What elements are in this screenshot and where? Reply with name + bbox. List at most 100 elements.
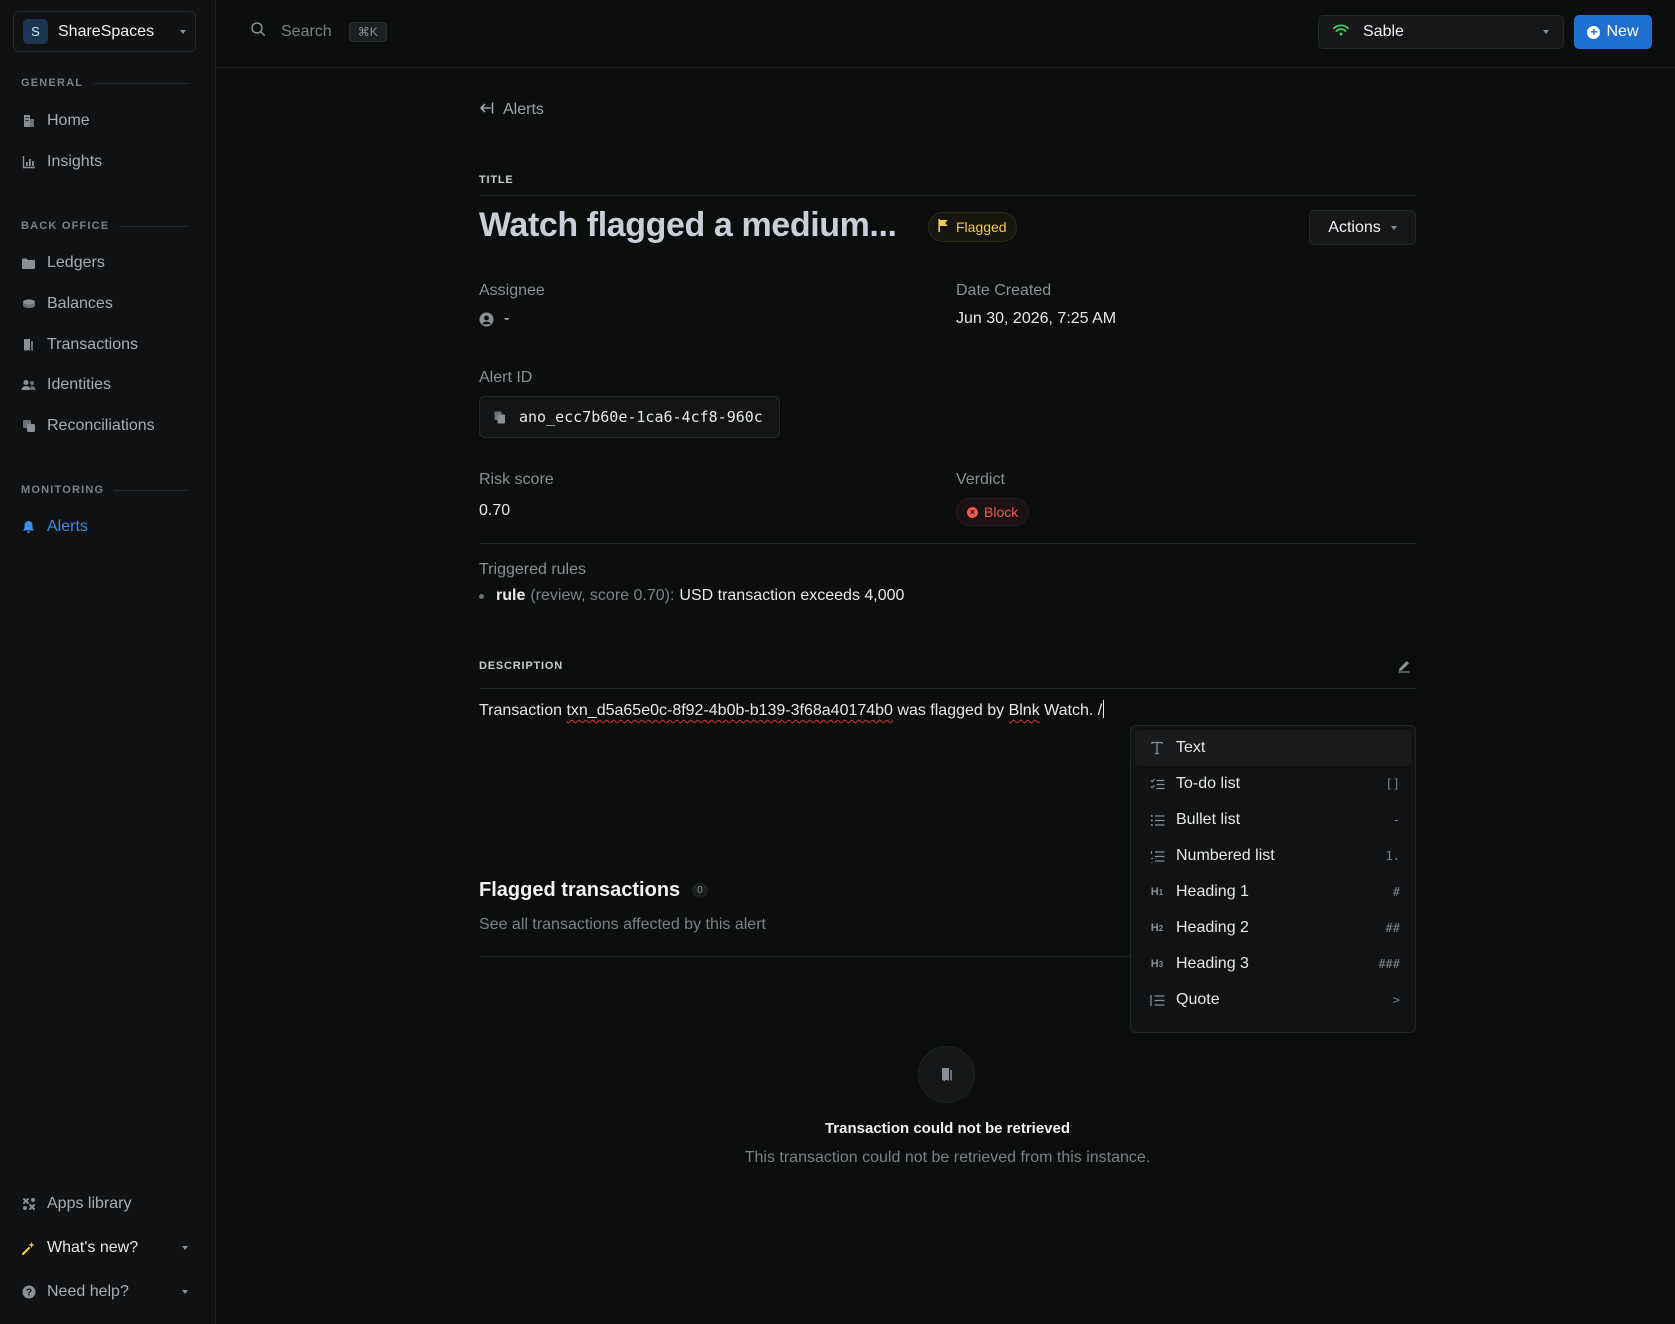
pencil-icon[interactable] xyxy=(1397,659,1411,678)
description-suffix: Watch. / xyxy=(1039,702,1103,719)
alert-id-label: Alert ID xyxy=(479,369,533,386)
menu-item-label: Heading 2 xyxy=(1176,919,1249,936)
sidebar-item-alerts[interactable]: Alerts xyxy=(21,516,88,538)
sparkle-icon xyxy=(21,1241,36,1256)
divider xyxy=(479,688,1416,689)
verdict-label: Verdict xyxy=(956,471,1005,488)
menu-item-shortcut: 1. xyxy=(1385,849,1400,863)
whats-new-link[interactable]: What's new? xyxy=(21,1237,188,1259)
alert-id-copy-field[interactable]: ano_ecc7b60e-1ca6-4cf8-960c xyxy=(479,396,780,438)
divider xyxy=(479,195,1416,196)
menu-item-bullet-list[interactable]: Bullet list - xyxy=(1135,802,1411,838)
sidebar-item-home[interactable]: Home xyxy=(21,110,90,132)
sidebar-item-insights[interactable]: Insights xyxy=(21,151,102,173)
count-badge: 0 xyxy=(692,883,708,898)
sidebar-item-label: Ledgers xyxy=(47,254,105,271)
menu-item-label: Heading 3 xyxy=(1176,955,1249,972)
actions-dropdown[interactable]: Actions xyxy=(1309,210,1416,245)
environment-name: Sable xyxy=(1363,23,1404,40)
topbar: Search ⌘K Sable + New xyxy=(216,0,1675,68)
menu-item-heading-3[interactable]: H3 Heading 3 ### xyxy=(1135,946,1411,982)
status-label: Flagged xyxy=(956,219,1007,235)
menu-item-heading-1[interactable]: H1 Heading 1 # xyxy=(1135,874,1411,910)
menu-item-shortcut: > xyxy=(1392,993,1400,1007)
date-created-value: Jun 30, 2026, 7:25 AM xyxy=(956,310,1117,327)
rule-meta: (review, score 0.70): xyxy=(530,587,675,604)
bullet-dot xyxy=(479,593,484,599)
wifi-icon xyxy=(1333,23,1349,41)
text-cursor xyxy=(1103,700,1105,718)
chevron-down-icon xyxy=(182,1246,188,1250)
sidebar-item-ledgers[interactable]: Ledgers xyxy=(21,252,105,274)
section-general: GENERAL xyxy=(21,77,188,89)
sidebar-item-label: Balances xyxy=(47,295,113,312)
slash-command-menu: Text To-do list [] Bullet list - Numbere… xyxy=(1130,725,1416,1033)
todo-list-icon xyxy=(1149,776,1165,792)
menu-item-todo-list[interactable]: To-do list [] xyxy=(1135,766,1411,802)
workspace-switcher[interactable]: S ShareSpaces xyxy=(13,11,196,52)
bar-chart-icon xyxy=(21,155,36,170)
brand-text: Blnk xyxy=(1008,702,1040,719)
block-icon: × xyxy=(967,506,978,518)
sidebar-item-label: Transactions xyxy=(47,336,138,353)
description-middle: was flagged by xyxy=(892,702,1009,719)
receipt-icon xyxy=(21,338,36,353)
risk-score-label: Risk score xyxy=(479,471,554,488)
search-trigger[interactable]: Search ⌘K xyxy=(250,21,387,42)
new-button[interactable]: + New xyxy=(1574,15,1652,49)
menu-item-quote[interactable]: Quote > xyxy=(1135,982,1411,1018)
puzzle-icon xyxy=(21,1197,36,1212)
help-icon: ? xyxy=(21,1285,36,1300)
sidebar-item-label: Identities xyxy=(47,376,112,393)
menu-item-shortcut: - xyxy=(1392,813,1400,827)
chevron-down-icon xyxy=(182,1290,188,1294)
svg-text:?: ? xyxy=(25,1288,31,1299)
description-section-label: DESCRIPTION xyxy=(479,660,563,672)
sidebar-item-transactions[interactable]: Transactions xyxy=(21,334,138,356)
chevron-down-icon xyxy=(1543,30,1549,34)
sidebar: S ShareSpaces GENERAL Home Insights BACK… xyxy=(0,0,216,1324)
flagged-transactions-title: Flagged transactions 0 xyxy=(479,879,708,902)
assignee-label: Assignee xyxy=(479,282,545,299)
rule-name: rule xyxy=(496,587,526,604)
search-label: Search xyxy=(281,22,332,40)
flagged-title-text: Flagged transactions xyxy=(479,879,681,901)
flagged-transactions-subtitle: See all transactions affected by this al… xyxy=(479,916,766,933)
triggered-rules-label: Triggered rules xyxy=(479,561,587,578)
sidebar-item-label: Insights xyxy=(47,153,103,170)
menu-item-label: Quote xyxy=(1176,991,1220,1008)
menu-item-heading-2[interactable]: H2 Heading 2 ## xyxy=(1135,910,1411,946)
transaction-id-text: txn_d5a65e0c-8f92-4b0b-b139-3f68a40174b0 xyxy=(566,702,893,719)
description-prefix: Transaction xyxy=(479,702,567,719)
back-to-alerts-link[interactable]: Alerts xyxy=(479,101,544,119)
environment-selector[interactable]: Sable xyxy=(1318,15,1564,49)
need-help-link[interactable]: ? Need help? xyxy=(21,1281,188,1303)
workspace-avatar: S xyxy=(23,19,48,44)
bell-icon xyxy=(21,520,36,535)
list-item: rule (review, score 0.70): USD transacti… xyxy=(479,587,904,605)
assignee-text: - xyxy=(504,310,510,327)
status-badge: Flagged xyxy=(928,212,1017,242)
empty-state-title: Transaction could not be retrieved xyxy=(824,1120,1071,1137)
verdict-badge: × Block xyxy=(956,498,1030,526)
menu-item-numbered-list[interactable]: Numbered list 1. xyxy=(1135,838,1411,874)
assignee-value[interactable]: - xyxy=(479,310,509,328)
sidebar-item-balances[interactable]: Balances xyxy=(21,293,113,315)
alert-title: Watch flagged a medium... xyxy=(479,206,897,244)
sidebar-item-identities[interactable]: Identities xyxy=(21,374,111,396)
copy-icon[interactable] xyxy=(494,411,506,424)
description-editor[interactable]: Transaction txn_d5a65e0c-8f92-4b0b-b139-… xyxy=(479,700,1105,720)
building-icon xyxy=(21,114,36,129)
sidebar-item-label: Need help? xyxy=(47,1283,129,1300)
divider xyxy=(479,543,1416,544)
sidebar-item-label: Apps library xyxy=(47,1195,132,1212)
quote-icon xyxy=(1149,992,1165,1008)
back-arrow-icon xyxy=(479,101,494,119)
bullet-list-icon xyxy=(1149,812,1165,828)
apps-library-link[interactable]: Apps library xyxy=(21,1193,188,1215)
sidebar-item-reconciliations[interactable]: Reconciliations xyxy=(21,415,155,437)
user-avatar-icon xyxy=(479,312,494,327)
menu-item-text[interactable]: Text xyxy=(1135,730,1411,766)
chevron-down-icon xyxy=(1390,225,1397,230)
menu-item-label: Heading 1 xyxy=(1176,883,1249,900)
